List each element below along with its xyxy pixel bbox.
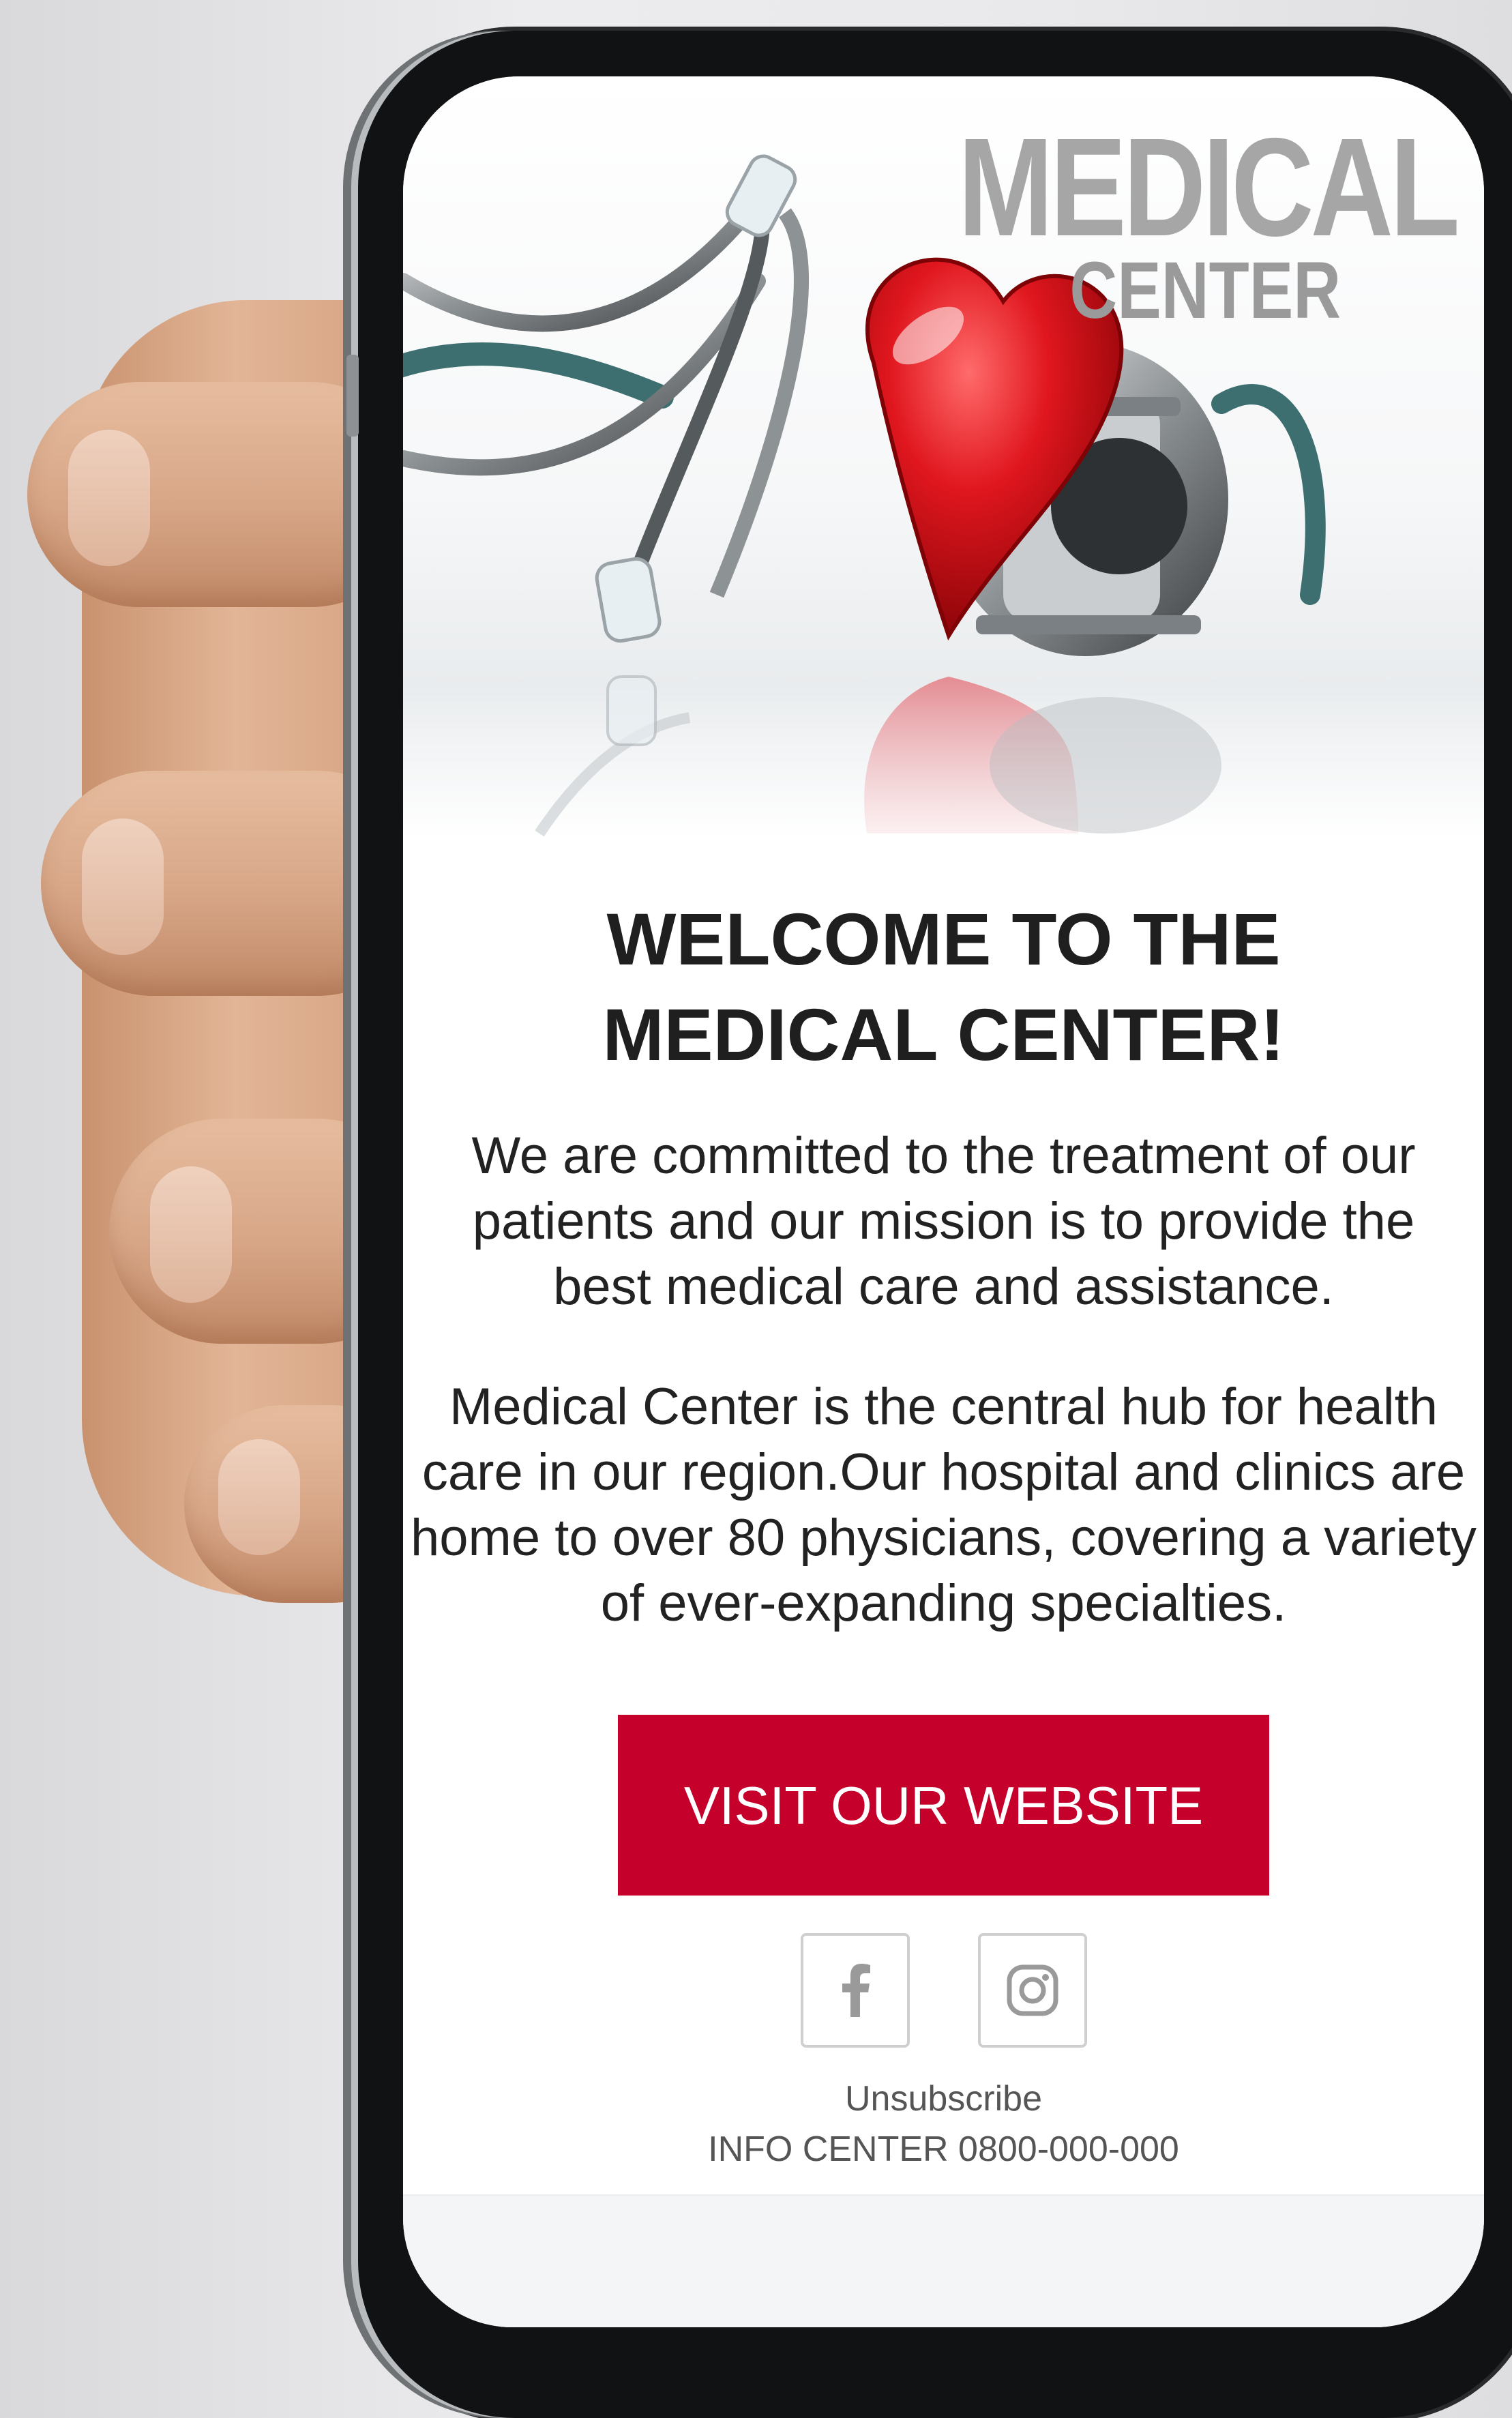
intro-paragraph: We are committed to the treatment of our…	[471, 1127, 1416, 1316]
body-paragraph: Medical Center is the central hub for he…	[410, 1378, 1477, 1632]
brand-title: MEDICAL	[958, 109, 1460, 265]
instagram-button[interactable]	[977, 1933, 1087, 2048]
hero-image: MEDICAL CENTER	[403, 76, 1484, 837]
brand-subtitle: CENTER	[1069, 246, 1341, 336]
welcome-heading: WELCOME TO THE MEDICAL CENTER!	[602, 898, 1285, 1076]
phone-screen: MEDICAL CENTER WELCOME TO THE MEDICAL CE…	[403, 76, 1484, 2327]
info-center-phone: INFO CENTER 0800-000-000	[708, 2129, 1179, 2169]
social-links	[800, 1933, 1087, 2052]
facebook-icon	[842, 1964, 870, 2017]
unsubscribe-link[interactable]: Unsubscribe	[403, 2078, 1484, 2119]
phone-side-button	[346, 355, 359, 437]
footer-band	[403, 2194, 1484, 2327]
instagram-icon	[1007, 1964, 1058, 2016]
email-content: WELCOME TO THE MEDICAL CENTER! We are co…	[403, 891, 1484, 2170]
visit-website-button[interactable]: VISIT OUR WEBSITE	[618, 1715, 1269, 1896]
facebook-button[interactable]	[800, 1933, 910, 2048]
